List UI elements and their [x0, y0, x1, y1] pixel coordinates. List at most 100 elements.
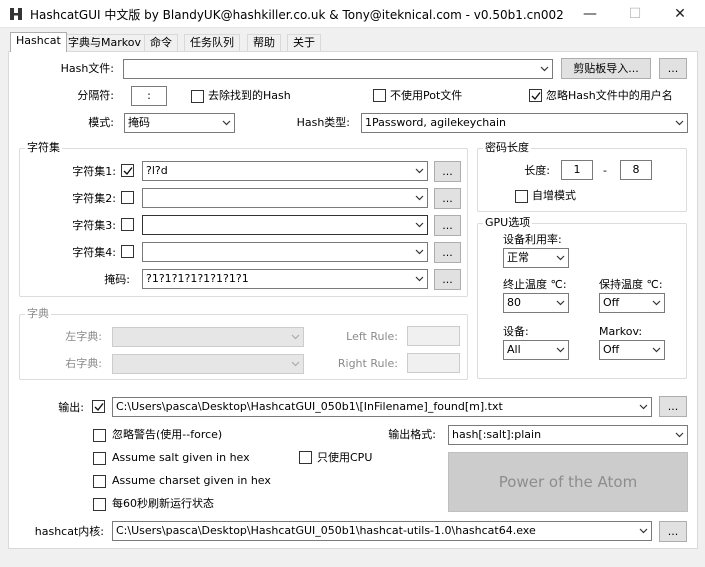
markov-value: Off — [603, 343, 620, 356]
device-value: All — [507, 343, 521, 356]
hash-type-select[interactable]: 1Password, agilekeychain — [361, 113, 688, 133]
title-bar: HashcatGUI 中文版 by BlandyUK@hashkiller.co… — [0, 0, 705, 28]
charset2-checkbox[interactable] — [121, 191, 134, 204]
markov-select[interactable]: Off — [599, 340, 665, 360]
output-format-label: 输出格式: — [388, 428, 436, 441]
output-browse-button[interactable]: ... — [659, 396, 687, 417]
separator-input[interactable]: : — [131, 86, 167, 106]
device-label: 设备: — [503, 325, 529, 338]
output-file-combo[interactable]: C:\Users\pasca\Desktop\HashcatGUI_050b1\… — [112, 397, 652, 417]
status-refresh-label: 每60秒刷新运行状态 — [112, 497, 214, 510]
increment-checkbox[interactable] — [515, 190, 528, 203]
salt-hex-label: Assume salt given in hex — [112, 451, 250, 464]
max-length-input[interactable]: 8 — [620, 160, 652, 180]
mask-value: ?1?1?1?1?1?1?1?1 — [146, 272, 249, 285]
charset3-button[interactable]: ... — [434, 215, 461, 236]
charset4-label: 字符集4: — [72, 246, 116, 259]
chevron-down-icon — [415, 195, 424, 201]
chevron-down-icon — [556, 347, 565, 353]
hashcat-core-browse-button[interactable]: ... — [659, 521, 687, 542]
device-select[interactable]: All — [503, 340, 569, 360]
output-checkbox[interactable] — [92, 400, 105, 413]
chevron-down-icon — [675, 432, 684, 438]
power-of-the-atom-button[interactable]: Power of the Atom — [448, 452, 688, 512]
hashcat-core-value: C:\Users\pasca\Desktop\HashcatGUI_050b1\… — [116, 524, 536, 537]
charset-hex-label: Assume charset given in hex — [112, 474, 271, 487]
tab-command[interactable]: 命令 — [144, 34, 178, 52]
separator-label: 分隔符: — [77, 89, 114, 102]
maximize-button[interactable]: ☐ — [612, 0, 658, 28]
charset1-button[interactable]: ... — [434, 161, 461, 182]
increment-label: 自增模式 — [532, 189, 576, 202]
device-utilization-label: 设备利用率: — [503, 233, 562, 246]
hash-file-combo[interactable] — [123, 59, 553, 79]
charset-hex-checkbox[interactable] — [93, 475, 106, 488]
right-rule-input[interactable] — [407, 353, 460, 373]
no-potfile-label: 不使用Pot文件 — [390, 89, 463, 102]
right-dict-label: 右字典: — [65, 357, 102, 370]
tab-hashcat[interactable]: Hashcat — [10, 32, 67, 52]
charset2-button[interactable]: ... — [434, 188, 461, 209]
ignore-username-checkbox[interactable] — [529, 89, 542, 102]
chevron-down-icon — [652, 300, 661, 306]
length-label: 长度: — [524, 164, 550, 177]
hash-file-browse-button[interactable]: ... — [659, 58, 687, 79]
ignore-username-label: 忽略Hash文件中的用户名 — [546, 89, 673, 102]
chevron-down-icon — [652, 347, 661, 353]
min-length-input[interactable]: 1 — [561, 160, 593, 180]
window-title: HashcatGUI 中文版 by BlandyUK@hashkiller.co… — [30, 8, 564, 22]
device-utilization-value: 正常 — [507, 251, 529, 264]
tab-help[interactable]: 帮助 — [247, 34, 281, 52]
output-file-value: C:\Users\pasca\Desktop\HashcatGUI_050b1\… — [116, 400, 503, 413]
hashcat-core-combo[interactable]: C:\Users\pasca\Desktop\HashcatGUI_050b1\… — [112, 521, 652, 541]
close-button[interactable]: ✕ — [657, 0, 703, 28]
charset-group-title: 字符集 — [25, 141, 62, 155]
device-utilization-select[interactable]: 正常 — [503, 248, 569, 268]
chevron-down-icon — [556, 255, 565, 261]
abort-temp-select[interactable]: 80 — [503, 293, 569, 313]
charset1-combo[interactable]: ?l?d — [142, 161, 428, 181]
hash-file-label: Hash文件: — [60, 62, 114, 75]
output-label: 输出: — [58, 401, 84, 414]
tab-about[interactable]: 关于 — [287, 34, 321, 52]
markov-label: Markov: — [599, 325, 643, 338]
charset4-button[interactable]: ... — [434, 242, 461, 263]
tab-task-queue[interactable]: 任务队列 — [184, 34, 240, 52]
hash-type-value: 1Password, agilekeychain — [365, 116, 507, 129]
chevron-down-icon — [540, 66, 549, 72]
length-dash: - — [603, 164, 607, 177]
left-dict-select[interactable] — [112, 327, 304, 347]
paste-import-button[interactable]: 剪贴板导入... — [561, 58, 651, 79]
charset1-label: 字符集1: — [72, 165, 116, 178]
remove-found-label: 去除找到的Hash — [208, 89, 291, 102]
mode-select[interactable]: 掩码 — [124, 113, 235, 133]
password-length-title: 密码长度 — [483, 141, 531, 155]
charset1-checkbox[interactable] — [121, 164, 134, 177]
cpu-only-checkbox[interactable] — [299, 451, 312, 464]
charset4-checkbox[interactable] — [121, 245, 134, 258]
mask-button[interactable]: ... — [434, 269, 461, 290]
chevron-down-icon — [639, 528, 648, 534]
mask-label: 掩码: — [104, 273, 130, 286]
retain-temp-select[interactable]: Off — [599, 293, 665, 313]
chevron-down-icon — [415, 276, 424, 282]
charset4-combo[interactable] — [142, 242, 428, 262]
tab-dictionary-markov[interactable]: 字典与Markov — [62, 34, 147, 52]
charset3-checkbox[interactable] — [121, 218, 134, 231]
mode-value: 掩码 — [128, 116, 150, 129]
right-dict-select[interactable] — [112, 354, 304, 374]
output-format-select[interactable]: hash[:salt]:plain — [448, 425, 688, 445]
ignore-warnings-checkbox[interactable] — [93, 429, 106, 442]
status-refresh-checkbox[interactable] — [93, 498, 106, 511]
chevron-down-icon — [222, 120, 231, 126]
remove-found-checkbox[interactable] — [191, 90, 204, 103]
left-rule-input[interactable] — [407, 326, 460, 346]
charset3-combo[interactable] — [142, 215, 428, 235]
charset2-combo[interactable] — [142, 188, 428, 208]
salt-hex-checkbox[interactable] — [93, 452, 106, 465]
abort-temp-value: 80 — [507, 296, 521, 309]
no-potfile-checkbox[interactable] — [373, 89, 386, 102]
minimize-button[interactable]: — — [567, 0, 613, 28]
chevron-down-icon — [639, 404, 648, 410]
mask-combo[interactable]: ?1?1?1?1?1?1?1?1 — [142, 269, 428, 289]
